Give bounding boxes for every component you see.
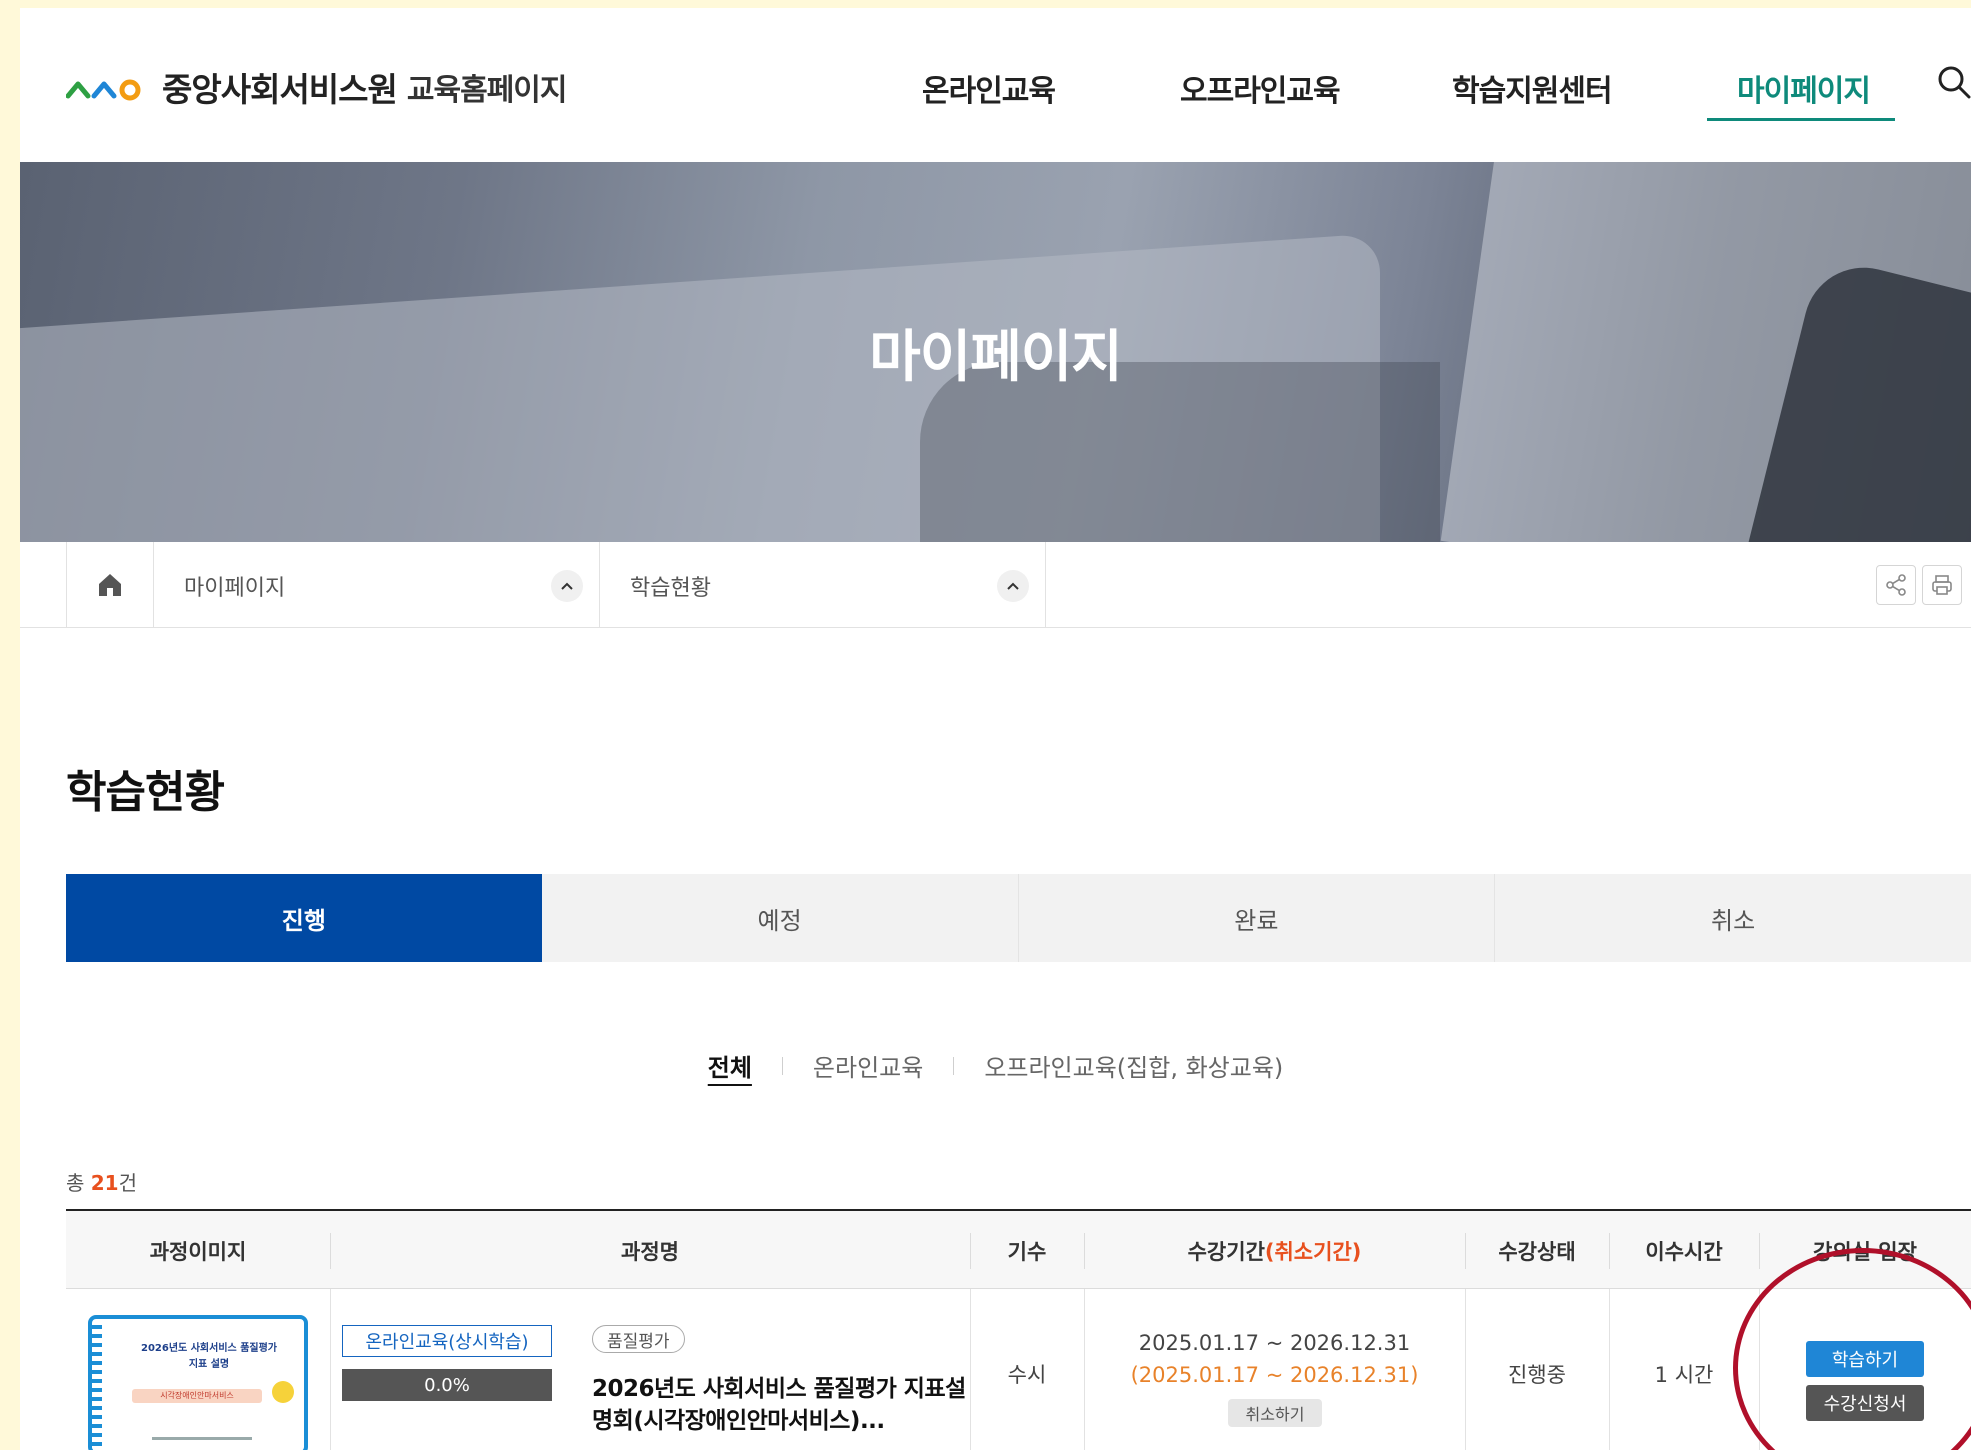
course-table: 과정이미지 과정명 기수 수강기간 (취소기간) 수강상태 이수시간 강의실 입장… — [66, 1209, 1971, 1450]
tab-scheduled[interactable]: 예정 — [542, 874, 1019, 962]
home-icon — [99, 574, 121, 596]
th-term: 기수 — [1007, 1240, 1047, 1264]
total-number: 21 — [90, 1171, 119, 1195]
site-logo[interactable]: 중앙사회서비스원 교육홈페이지 — [66, 63, 567, 111]
logo-mark-icon — [66, 79, 141, 101]
nav-active-underline — [1707, 118, 1895, 121]
th-enter: 강의실 입장 — [1813, 1240, 1917, 1264]
table-row: 2026년도 사회서비스 품질평가 지표 설명 시각장애인안마서비스 온라인교육… — [66, 1289, 1971, 1450]
application-form-button[interactable]: 수강신청서 — [1806, 1385, 1924, 1421]
study-button[interactable]: 학습하기 — [1806, 1341, 1924, 1377]
search-icon — [1938, 66, 1971, 99]
print-icon — [1932, 575, 1952, 595]
filter-online[interactable]: 온라인교육 — [813, 1048, 923, 1083]
nav-item-mypage[interactable]: 마이페이지 — [1737, 66, 1871, 110]
th-period: 수강기간 (취소기간) — [1084, 1211, 1465, 1291]
nav-item-support[interactable]: 학습지원센터 — [1452, 66, 1613, 110]
course-name-link[interactable]: 2026년도 사회서비스 품질평가 지표설명회(시각장애인안마서비스)... — [592, 1373, 982, 1437]
progress-bar: 0.0% — [342, 1369, 552, 1401]
category-filter: 전체 온라인교육 오프라인교육(집합, 화상교육) — [20, 1048, 1971, 1083]
tab-cancelled[interactable]: 취소 — [1495, 874, 1971, 962]
thumbnail-title: 2026년도 사회서비스 품질평가 — [141, 1343, 277, 1354]
th-image: 과정이미지 — [149, 1240, 247, 1264]
th-hours: 이수시간 — [1645, 1240, 1723, 1264]
lightbulb-icon — [272, 1381, 294, 1403]
row-divider — [330, 1289, 331, 1450]
course-period: 2025.01.17 ~ 2026.12.31 (2025.01.17 ~ 20… — [1086, 1289, 1463, 1450]
share-button[interactable] — [1876, 565, 1916, 605]
tab-in-progress[interactable]: 진행 — [66, 874, 542, 962]
logo-subtitle: 교육홈페이지 — [406, 73, 568, 108]
thumbnail-footer — [152, 1437, 252, 1440]
status-tabs: 진행 예정 완료 취소 — [66, 874, 1971, 962]
page: 중앙사회서비스원 교육홈페이지 온라인교육 오프라인교육 학습지원센터 마이페이… — [20, 8, 1971, 1450]
breadcrumb-level1-label: 마이페이지 — [184, 576, 286, 601]
breadcrumb: 마이페이지 학습현황 — [20, 542, 1971, 628]
hero-title: 마이페이지 — [869, 325, 1123, 390]
filter-divider — [953, 1056, 955, 1075]
th-status: 수강상태 — [1498, 1240, 1576, 1264]
course-term: 수시 — [1007, 1363, 1047, 1387]
filter-divider — [781, 1056, 783, 1075]
breadcrumb-level2-label: 학습현황 — [630, 576, 711, 601]
category-badge: 품질평가 — [592, 1325, 685, 1353]
hero-banner: 마이페이지 — [20, 162, 1971, 542]
nav-item-online[interactable]: 온라인교육 — [922, 66, 1056, 110]
chevron-up-icon[interactable] — [997, 570, 1029, 602]
chevron-up-icon[interactable] — [551, 570, 583, 602]
logo-text: 중앙사회서비스원 — [162, 70, 398, 109]
thumbnail-tag: 시각장애인안마서비스 — [132, 1389, 262, 1403]
total-suffix: 건 — [118, 1171, 138, 1195]
progress-text: 0.0% — [424, 1374, 470, 1396]
course-status: 진행중 — [1508, 1363, 1566, 1387]
total-prefix: 총 — [66, 1171, 91, 1195]
th-period-note: (취소기간) — [1264, 1240, 1362, 1264]
site-header: 중앙사회서비스원 교육홈페이지 온라인교육 오프라인교육 학습지원센터 마이페이… — [20, 8, 1971, 162]
th-period-label: 수강기간 — [1187, 1240, 1265, 1264]
page-title: 학습현황 — [66, 767, 225, 818]
th-name: 과정명 — [621, 1240, 679, 1264]
cancel-button[interactable]: 취소하기 — [1228, 1399, 1322, 1427]
table-header: 과정이미지 과정명 기수 수강기간 (취소기간) 수강상태 이수시간 강의실 입장 — [66, 1209, 1971, 1289]
cancel-period: (2025.01.17 ~ 2026.12.31) — [1130, 1363, 1419, 1387]
thumbnail-subtitle: 지표 설명 — [188, 1359, 230, 1370]
course-type-label: 온라인교육(상시학습) — [342, 1325, 552, 1357]
total-count: 총 21건 — [66, 1167, 137, 1196]
row-divider — [1084, 1289, 1085, 1450]
tab-completed[interactable]: 완료 — [1019, 874, 1496, 962]
course-hours: 1 시간 — [1654, 1363, 1714, 1387]
row-divider — [1759, 1289, 1760, 1450]
filter-offline[interactable]: 오프라인교육(집합, 화상교육) — [984, 1048, 1283, 1083]
breadcrumb-level1[interactable]: 마이페이지 — [154, 542, 600, 628]
course-thumbnail[interactable]: 2026년도 사회서비스 품질평가 지표 설명 시각장애인안마서비스 — [88, 1315, 308, 1450]
search-button[interactable] — [1935, 63, 1971, 103]
nav-item-offline[interactable]: 오프라인교육 — [1180, 66, 1341, 110]
filter-all[interactable]: 전체 — [708, 1048, 752, 1083]
breadcrumb-level2[interactable]: 학습현황 — [600, 542, 1046, 628]
print-button[interactable] — [1922, 565, 1962, 605]
share-icon — [1886, 574, 1906, 596]
breadcrumb-home[interactable] — [66, 542, 154, 628]
study-period: 2025.01.17 ~ 2026.12.31 — [1138, 1331, 1411, 1355]
thumbnail-spiral — [92, 1325, 102, 1450]
